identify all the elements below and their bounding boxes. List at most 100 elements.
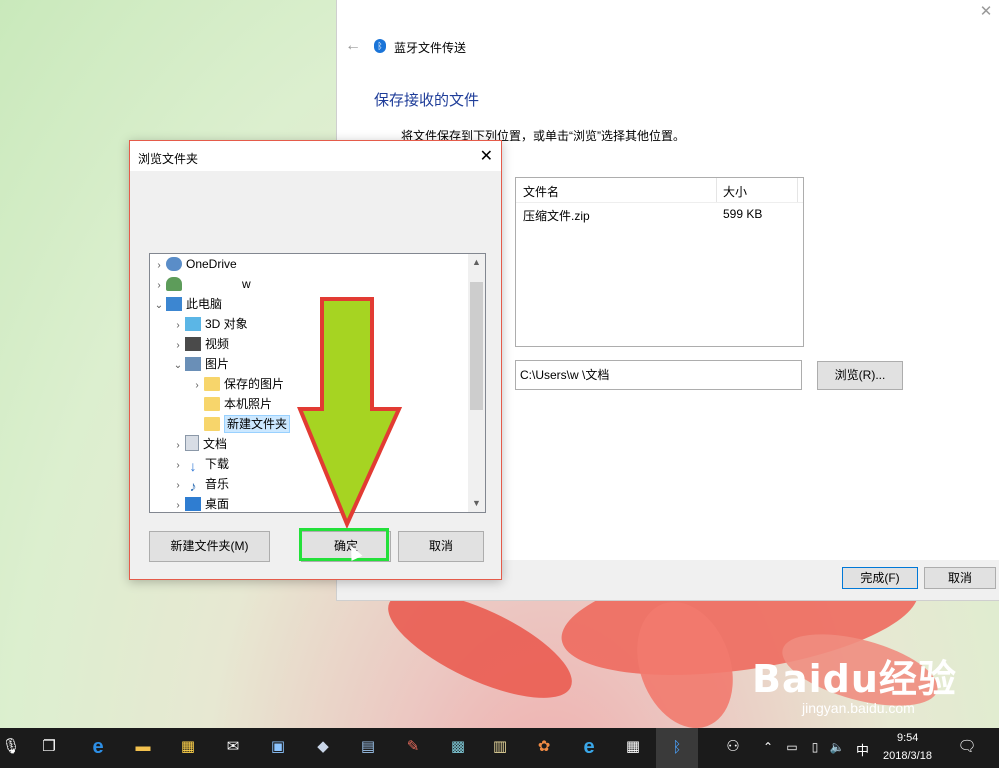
music-icon: ♪ (189, 478, 197, 494)
pictures-icon (185, 357, 201, 371)
dialog-title: 浏览文件夹 (138, 152, 199, 166)
tree-item-label: OneDrive (186, 257, 237, 271)
calculator-icon[interactable]: ▦ (622, 736, 644, 758)
documents-icon (185, 435, 199, 451)
close-icon[interactable]: ✕ (480, 146, 493, 166)
chevron-right-icon[interactable]: › (171, 456, 185, 476)
chevron-right-icon[interactable]: › (171, 436, 185, 456)
chevron-down-icon[interactable]: ⌄ (152, 296, 166, 316)
folder-icon (204, 377, 220, 391)
remote-desktop-icon[interactable]: ▣ (267, 736, 289, 758)
computer-icon (166, 297, 182, 311)
tree-item-user[interactable]: › w (152, 274, 251, 294)
input-method-indicator[interactable]: 中 (856, 740, 869, 759)
column-divider (716, 178, 717, 202)
edge-browser-icon[interactable]: e (87, 736, 109, 758)
tree-item-saved-pictures[interactable]: › 保存的图片 (190, 374, 284, 394)
chevron-right-icon[interactable]: › (171, 476, 185, 496)
column-header-name[interactable]: 文件名 (523, 183, 559, 200)
app-icon[interactable]: ▥ (489, 736, 511, 758)
file-size-cell: 599 KB (723, 207, 763, 221)
onedrive-icon (166, 257, 182, 271)
annotation-arrow (297, 297, 403, 528)
chevron-right-icon[interactable]: › (152, 276, 166, 296)
scroll-up-icon[interactable]: ▲ (468, 254, 485, 271)
cancel-button[interactable]: 取消 (398, 531, 484, 562)
paint-icon[interactable]: ✎ (402, 736, 424, 758)
tree-item-label: 桌面 (205, 497, 230, 511)
browse-button[interactable]: 浏览(R)... (817, 361, 903, 390)
folder-icon (204, 417, 220, 431)
clock-time[interactable]: 9:54 (897, 732, 918, 744)
chevron-up-icon[interactable]: ⌃ (757, 736, 779, 758)
tree-item-this-pc[interactable]: ⌄ 此电脑 (152, 294, 222, 314)
taskbar: 🎙 ❐ e ▬ ▦ ✉ ▣ ◆ ▤ ✎ ▩ ▥ ✿ e ▦ ᛒ ⚇ ⌃ ▭ ▯ … (0, 728, 999, 768)
volume-icon[interactable]: 🔈 (826, 736, 848, 758)
tree-item-label: 图片 (205, 357, 230, 371)
tree-item-onedrive[interactable]: › OneDrive (152, 254, 237, 274)
tree-item-label: 此电脑 (186, 297, 223, 311)
tree-item-3d-objects[interactable]: › 3D 对象 (171, 314, 248, 334)
tree-item-documents[interactable]: › 文档 (171, 434, 227, 454)
notification-icon[interactable]: 🗨 (956, 736, 978, 758)
battery-icon[interactable]: ▯ (804, 736, 826, 758)
ie-browser-icon[interactable]: e (578, 736, 600, 758)
clock-date[interactable]: 2018/3/18 (883, 750, 932, 762)
scrollbar-thumb[interactable] (470, 282, 483, 410)
tree-item-label: 视频 (205, 337, 230, 351)
vertical-scrollbar[interactable]: ▲ ▼ (468, 254, 485, 512)
paint-3d-icon[interactable]: ✿ (533, 736, 555, 758)
tree-item-downloads[interactable]: › ↓ 下载 (171, 454, 229, 474)
app-icon[interactable]: ▤ (357, 736, 379, 758)
tree-item-desktop[interactable]: › 桌面 (171, 494, 230, 512)
cancel-button[interactable]: 取消 (924, 567, 996, 589)
chevron-right-icon[interactable]: › (190, 376, 204, 396)
highlight-box (299, 528, 389, 561)
mail-icon[interactable]: ✉ (222, 736, 244, 758)
tree-item-music[interactable]: › ♪ 音乐 (171, 474, 229, 494)
microphone-icon[interactable]: 🎙 (0, 736, 22, 758)
folder-icon (204, 397, 220, 411)
chevron-right-icon[interactable]: › (152, 256, 166, 276)
tree-item-pictures[interactable]: ⌄ 图片 (171, 354, 229, 374)
file-name-cell[interactable]: 压缩文件.zip (523, 207, 590, 224)
user-icon (166, 277, 182, 291)
chevron-down-icon[interactable]: ⌄ (171, 356, 185, 376)
store-icon[interactable]: ▦ (177, 736, 199, 758)
received-files-list[interactable]: 文件名 大小 压缩文件.zip 599 KB (515, 177, 804, 347)
tree-item-label: 本机照片 (224, 397, 273, 411)
tree-item-label: w (242, 277, 251, 291)
chevron-right-icon[interactable]: › (171, 496, 185, 512)
app-icon[interactable]: ▩ (447, 736, 469, 758)
dialog-titlebar[interactable]: 浏览文件夹 ✕ (130, 141, 501, 171)
tree-item-camera-roll[interactable]: 本机照片 (190, 394, 272, 414)
tree-item-videos[interactable]: › 视频 (171, 334, 229, 354)
people-icon[interactable]: ⚇ (722, 736, 744, 758)
column-header-size[interactable]: 大小 (723, 183, 747, 200)
app-icon[interactable]: ◆ (312, 736, 334, 758)
scroll-down-icon[interactable]: ▼ (468, 495, 485, 512)
finish-button[interactable]: 完成(F) (842, 567, 918, 589)
chevron-right-icon[interactable]: › (171, 336, 185, 356)
tree-item-label: 文档 (203, 437, 228, 451)
bluetooth-taskbar-icon[interactable]: ᛒ (656, 728, 698, 768)
task-view-icon[interactable]: ❐ (38, 736, 60, 758)
save-path-field[interactable]: C:\Users\w \文档 (515, 360, 802, 390)
chevron-right-icon[interactable]: › (171, 316, 185, 336)
window-title: 蓝牙文件传送 (394, 41, 467, 55)
tree-item-label: 音乐 (205, 477, 230, 491)
file-explorer-icon[interactable]: ▬ (132, 736, 154, 758)
video-icon (185, 337, 201, 351)
tree-item-new-folder[interactable]: 新建文件夹 (190, 414, 291, 434)
back-arrow-icon[interactable]: ← (345, 37, 361, 55)
column-divider (797, 178, 798, 202)
network-icon[interactable]: ▭ (781, 736, 803, 758)
3d-objects-icon (185, 317, 201, 331)
download-icon: ↓ (189, 458, 197, 474)
close-icon[interactable]: ✕ (978, 4, 994, 20)
desktop-icon (185, 497, 201, 511)
baidu-watermark: Baidu经验 (752, 657, 957, 701)
tree-item-label: 新建文件夹 (224, 415, 291, 433)
new-folder-button[interactable]: 新建文件夹(M) (149, 531, 270, 562)
bluetooth-icon: ᛒ (374, 39, 386, 53)
